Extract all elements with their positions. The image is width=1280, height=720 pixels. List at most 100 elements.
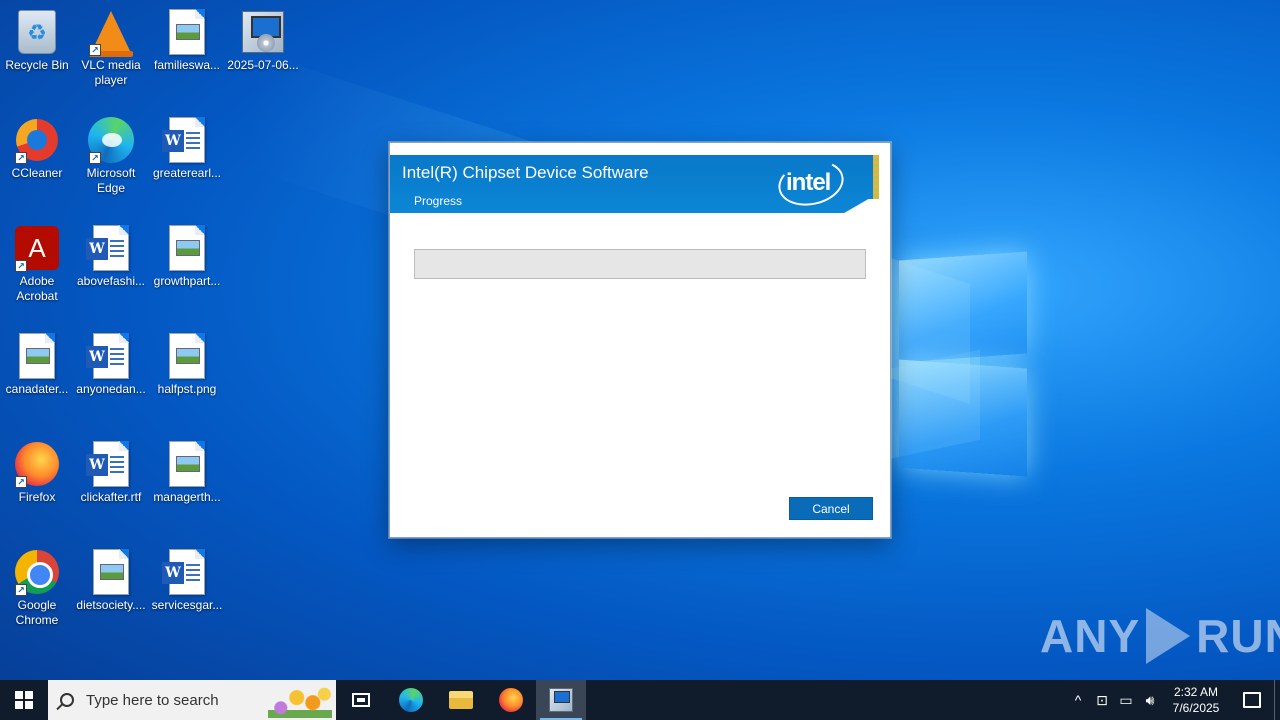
dialog-banner: Intel(R) Chipset Device Software Progres… bbox=[390, 154, 879, 213]
image-file-icon bbox=[163, 440, 211, 488]
dialog-subtitle: Progress bbox=[414, 194, 463, 208]
clock-date: 7/6/2025 bbox=[1172, 701, 1220, 715]
desktop-icon-label: Adobe Acrobat bbox=[16, 274, 58, 303]
desktop-icon-ccleaner[interactable]: ↗ CCleaner bbox=[0, 116, 74, 181]
desktop-icon-label: greaterearl... bbox=[152, 166, 222, 180]
cancel-button[interactable]: Cancel bbox=[789, 497, 873, 520]
desktop-icon-clickafter[interactable]: W clickafter.rtf bbox=[74, 440, 148, 505]
desktop-icon-label: CCleaner bbox=[11, 166, 63, 180]
windows-start-icon bbox=[15, 691, 33, 709]
desktop-icon-label: familieswa... bbox=[153, 58, 221, 72]
file-explorer-icon bbox=[449, 691, 473, 709]
word-doc-icon: W bbox=[162, 548, 211, 596]
banner-accent-stripe bbox=[873, 155, 879, 199]
desktop-icon-installer[interactable]: 2025-07-06... bbox=[226, 8, 300, 73]
system-tray: ^ ⊡ ▭ 🔊︎ 2:32 AM 7/6/2025 bbox=[1066, 680, 1280, 720]
desktop-icon-label: VLC media player bbox=[81, 58, 141, 87]
desktop-icon-google-chrome[interactable]: ↗ Google Chrome bbox=[0, 548, 74, 628]
volume-icon[interactable]: 🔊︎ bbox=[1138, 680, 1162, 720]
firefox-icon: ↗ bbox=[13, 440, 61, 488]
installer-icon bbox=[549, 688, 573, 712]
firefox-icon bbox=[499, 688, 523, 712]
desktop-icon-label: canadater... bbox=[5, 382, 69, 396]
meet-now-icon[interactable]: ⊡ bbox=[1090, 680, 1114, 720]
desktop-icon-label: clickafter.rtf bbox=[80, 490, 142, 504]
edge-icon: ↗ bbox=[87, 116, 135, 164]
show-hidden-icons-chevron-icon[interactable]: ^ bbox=[1066, 680, 1090, 720]
desktop-icon-growthpart[interactable]: growthpart... bbox=[150, 224, 224, 289]
windows-logo-pane bbox=[899, 251, 1027, 363]
word-doc-icon: W bbox=[86, 224, 135, 272]
desktop-icon-abovefashi[interactable]: W abovefashi... bbox=[74, 224, 148, 289]
action-center-button[interactable] bbox=[1230, 680, 1274, 720]
taskbar-installer-button[interactable] bbox=[536, 680, 586, 720]
word-doc-icon: W bbox=[86, 332, 135, 380]
windows-logo-pane bbox=[899, 359, 1027, 477]
ccleaner-icon: ↗ bbox=[13, 116, 61, 164]
taskbar-file-explorer-button[interactable] bbox=[436, 680, 486, 720]
desktop-icon-label: servicesgar... bbox=[151, 598, 223, 612]
desktop-icon-label: Recycle Bin bbox=[5, 58, 69, 72]
desktop-icon-label: 2025-07-06... bbox=[227, 58, 299, 72]
desktop-icon-label: abovefashi... bbox=[76, 274, 146, 288]
desktop-icon-label: halfpst.png bbox=[157, 382, 217, 396]
vlc-icon: ↗ bbox=[87, 8, 135, 57]
desktop-icon-label: Google Chrome bbox=[15, 598, 59, 627]
clock-time: 2:32 AM bbox=[1173, 685, 1219, 699]
desktop-icon-anyonedan[interactable]: W anyonedan... bbox=[74, 332, 148, 397]
acrobat-icon: A ↗ bbox=[13, 224, 61, 272]
banner-corner-cut bbox=[835, 199, 879, 213]
desktop-icon-label: dietsociety.... bbox=[76, 598, 146, 612]
watermark-text-left: ANY bbox=[1040, 610, 1141, 662]
desktop-icon-familieswa[interactable]: familieswa... bbox=[150, 8, 224, 73]
progress-bar bbox=[414, 249, 866, 279]
search-placeholder: Type here to search bbox=[86, 691, 219, 709]
task-view-button[interactable] bbox=[336, 680, 386, 720]
task-view-icon bbox=[352, 693, 370, 707]
taskbar: Type here to search ^ ⊡ ▭ 🔊︎ 2:32 AM 7/6… bbox=[0, 680, 1280, 720]
desktop-icon-recycle-bin[interactable]: ♻ Recycle Bin bbox=[0, 8, 74, 73]
taskbar-edge-button[interactable] bbox=[386, 680, 436, 720]
network-icon[interactable]: ▭ bbox=[1114, 680, 1138, 720]
desktop-icon-label: Microsoft Edge bbox=[86, 166, 136, 195]
show-desktop-button[interactable] bbox=[1274, 680, 1280, 720]
desktop-icon-servicesgar[interactable]: W servicesgar... bbox=[150, 548, 224, 613]
anyrun-watermark: ANY RUN bbox=[1040, 608, 1280, 664]
taskbar-firefox-button[interactable] bbox=[486, 680, 536, 720]
windows-logo-wallpaper bbox=[893, 240, 1031, 480]
image-file-icon bbox=[87, 548, 135, 596]
taskbar-search-box[interactable]: Type here to search bbox=[48, 680, 336, 720]
notification-icon bbox=[1243, 692, 1261, 708]
desktop-icon-managerth[interactable]: managerth... bbox=[150, 440, 224, 505]
desktop-icon-dietsociety[interactable]: dietsociety.... bbox=[74, 548, 148, 613]
desktop-icon-label: Firefox bbox=[18, 490, 56, 504]
image-file-icon bbox=[163, 224, 211, 272]
desktop-icon-halfpst[interactable]: halfpst.png bbox=[150, 332, 224, 397]
search-highlight-flowers-icon bbox=[268, 684, 332, 718]
desktop-icon-label: growthpart... bbox=[153, 274, 221, 288]
desktop-icon-adobe-acrobat[interactable]: A ↗ Adobe Acrobat bbox=[0, 224, 74, 304]
image-file-icon bbox=[163, 8, 211, 56]
desktop-icon-firefox[interactable]: ↗ Firefox bbox=[0, 440, 74, 505]
taskbar-clock[interactable]: 2:32 AM 7/6/2025 bbox=[1162, 684, 1230, 716]
desktop-icon-greaterearl[interactable]: W greaterearl... bbox=[150, 116, 224, 181]
play-icon bbox=[1146, 608, 1191, 664]
desktop-icon-canadater[interactable]: canadater... bbox=[0, 332, 74, 397]
installer-dialog: Intel(R) Chipset Device Software Progres… bbox=[389, 142, 891, 538]
image-file-icon bbox=[163, 332, 211, 380]
desktop-icon-microsoft-edge[interactable]: ↗ Microsoft Edge bbox=[74, 116, 148, 196]
chrome-icon: ↗ bbox=[13, 548, 61, 596]
dialog-title: Intel(R) Chipset Device Software bbox=[402, 163, 649, 182]
watermark-text-right: RUN bbox=[1196, 610, 1280, 662]
word-doc-icon: W bbox=[162, 116, 211, 164]
recycle-bin-icon: ♻ bbox=[13, 8, 61, 56]
desktop-icon-label: managerth... bbox=[153, 490, 221, 504]
desktop-icon-label: anyonedan... bbox=[76, 382, 146, 396]
search-icon bbox=[60, 693, 74, 707]
word-doc-icon: W bbox=[86, 440, 135, 488]
installer-icon bbox=[239, 8, 287, 56]
desktop-icon-vlc[interactable]: ↗ VLC media player bbox=[74, 8, 148, 88]
start-button[interactable] bbox=[0, 680, 48, 720]
intel-logo: intel bbox=[786, 169, 831, 196]
edge-icon bbox=[399, 688, 423, 712]
